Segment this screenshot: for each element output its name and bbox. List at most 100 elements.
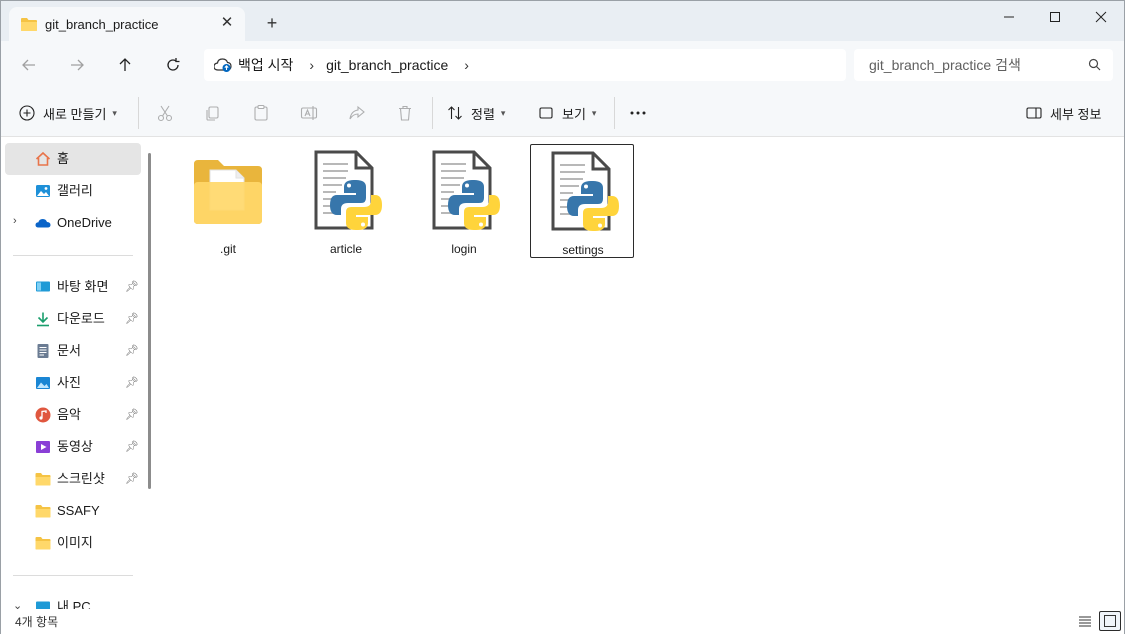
folder-icon: [21, 18, 37, 31]
back-button[interactable]: [17, 53, 41, 77]
address-bar[interactable]: 백업 시작 › git_branch_practice ›: [204, 49, 846, 81]
sidebar-item-label: 동영상: [57, 439, 93, 454]
document-icon: [37, 344, 49, 358]
copy-button[interactable]: [204, 101, 222, 125]
file-list: .git article login settings: [159, 137, 1124, 609]
pictures-icon: [36, 377, 50, 389]
sidebar-item-this-pc[interactable]: ⌄ 내 PC: [5, 591, 141, 609]
home-icon: [35, 151, 51, 166]
sidebar-item-gallery[interactable]: 갤러리: [5, 175, 141, 207]
forward-button[interactable]: [65, 53, 89, 77]
close-icon: [1095, 11, 1107, 23]
desktop-icon: [36, 281, 50, 292]
gallery-icon: [36, 185, 50, 197]
more-options-button[interactable]: [629, 101, 647, 125]
delete-button[interactable]: [396, 101, 414, 125]
file-name: article: [329, 242, 362, 256]
minimize-button[interactable]: [986, 1, 1032, 33]
share-button[interactable]: [348, 101, 366, 125]
music-icon: [35, 407, 51, 423]
sidebar-item-home[interactable]: 홈: [5, 143, 141, 175]
chevron-down-icon: ▾: [500, 107, 506, 118]
close-window-button[interactable]: [1078, 1, 1124, 33]
chevron-right-icon[interactable]: ›: [13, 215, 17, 227]
sidebar-item-videos[interactable]: 동영상 📌︎: [5, 431, 141, 463]
sidebar-item-pictures[interactable]: 사진 📌︎: [5, 367, 141, 399]
file-item-settings[interactable]: settings: [530, 144, 634, 258]
arrow-left-icon: [22, 59, 35, 71]
chevron-down-icon: ▾: [112, 107, 117, 118]
close-tab-icon[interactable]: ✕: [219, 15, 235, 31]
sidebar-item-documents[interactable]: 문서 📌︎: [5, 335, 141, 367]
sidebar-item-screenshots[interactable]: 스크린샷 📌︎: [5, 463, 141, 495]
new-tab-button[interactable]: +: [263, 14, 281, 32]
tab-git-branch-practice[interactable]: git_branch_practice ✕: [9, 7, 245, 41]
view-icon: [539, 107, 553, 119]
chevron-right-icon[interactable]: ›: [309, 57, 314, 73]
sidebar-item-onedrive[interactable]: › OneDrive: [5, 207, 141, 239]
video-icon: [36, 441, 50, 453]
file-explorer-window: git_branch_practice ✕ + 백업 시작 › git_bran…: [0, 0, 1125, 634]
sidebar-item-desktop[interactable]: 바탕 화면 📌︎: [5, 271, 141, 303]
python-file-icon: [314, 150, 382, 230]
refresh-icon: [167, 58, 180, 71]
toolbar-divider: [138, 97, 139, 129]
file-item-login[interactable]: login: [412, 144, 516, 258]
chevron-right-icon[interactable]: ›: [464, 57, 469, 73]
pin-icon[interactable]: 📌︎: [125, 312, 139, 325]
trash-icon: [399, 105, 411, 121]
sidebar-item-music[interactable]: 음악 📌︎: [5, 399, 141, 431]
search-box[interactable]: git_branch_practice 검색: [854, 49, 1113, 81]
pin-icon[interactable]: 📌︎: [125, 408, 139, 421]
pin-icon[interactable]: 📌︎: [125, 440, 139, 453]
paste-button[interactable]: [252, 101, 270, 125]
more-icon: [630, 111, 646, 115]
sidebar-item-label: 사진: [57, 375, 81, 390]
breadcrumb-current[interactable]: git_branch_practice: [326, 57, 448, 73]
sidebar-item-images[interactable]: 이미지: [5, 527, 141, 559]
navigation-bar: 백업 시작 › git_branch_practice › git_branch…: [1, 41, 1124, 89]
navigation-pane: 홈 갤러리 › OneDrive 바탕 화면 📌︎ 다운로드 📌︎ 문서 📌︎: [1, 137, 159, 609]
details-view-button[interactable]: [1074, 611, 1096, 631]
sort-button[interactable]: 정렬 ▾: [447, 101, 505, 125]
folder-icon: [35, 505, 51, 518]
up-button[interactable]: [113, 53, 137, 77]
pc-icon: [36, 601, 50, 609]
download-icon: [37, 312, 49, 327]
view-label: 보기: [562, 106, 586, 122]
toolbar-divider: [614, 97, 615, 129]
rename-button[interactable]: [300, 101, 318, 125]
sidebar-item-label: SSAFY: [57, 503, 100, 518]
share-icon: [349, 105, 365, 120]
sidebar-item-ssafy[interactable]: SSAFY: [5, 495, 141, 527]
new-button-label: 새로 만들기: [43, 106, 107, 122]
new-button[interactable]: 새로 만들기 ▾: [19, 101, 117, 125]
sidebar-scrollbar[interactable]: [148, 153, 151, 489]
cut-button[interactable]: [156, 101, 174, 125]
search-placeholder: git_branch_practice 검색: [869, 57, 1021, 73]
minimize-icon: [1004, 16, 1014, 18]
file-name: .git: [219, 242, 236, 256]
view-button[interactable]: 보기 ▾: [538, 101, 596, 125]
pin-icon[interactable]: 📌︎: [125, 280, 139, 293]
pin-icon[interactable]: 📌︎: [125, 344, 139, 357]
large-icons-view-button[interactable]: [1099, 611, 1121, 631]
file-item-article[interactable]: article: [294, 144, 398, 258]
details-pane-button[interactable]: 세부 정보: [1026, 101, 1101, 125]
chevron-down-icon[interactable]: ⌄: [13, 599, 22, 609]
folder-icon: [35, 537, 51, 550]
details-pane-icon: [1026, 107, 1042, 119]
pin-icon[interactable]: 📌︎: [125, 376, 139, 389]
search-icon[interactable]: [1088, 58, 1101, 71]
sidebar-item-label: 갤러리: [57, 183, 93, 198]
sidebar-item-label: 음악: [57, 407, 81, 422]
sidebar-item-label: 스크린샷: [57, 471, 105, 486]
maximize-button[interactable]: [1032, 1, 1078, 33]
pin-icon[interactable]: 📌︎: [125, 472, 139, 485]
sidebar-item-downloads[interactable]: 다운로드 📌︎: [5, 303, 141, 335]
file-item-git-folder[interactable]: .git: [176, 144, 280, 258]
folder-icon: [35, 473, 51, 486]
rename-icon: [300, 106, 318, 120]
breadcrumb-root[interactable]: 백업 시작: [238, 55, 293, 75]
refresh-button[interactable]: [161, 53, 185, 77]
